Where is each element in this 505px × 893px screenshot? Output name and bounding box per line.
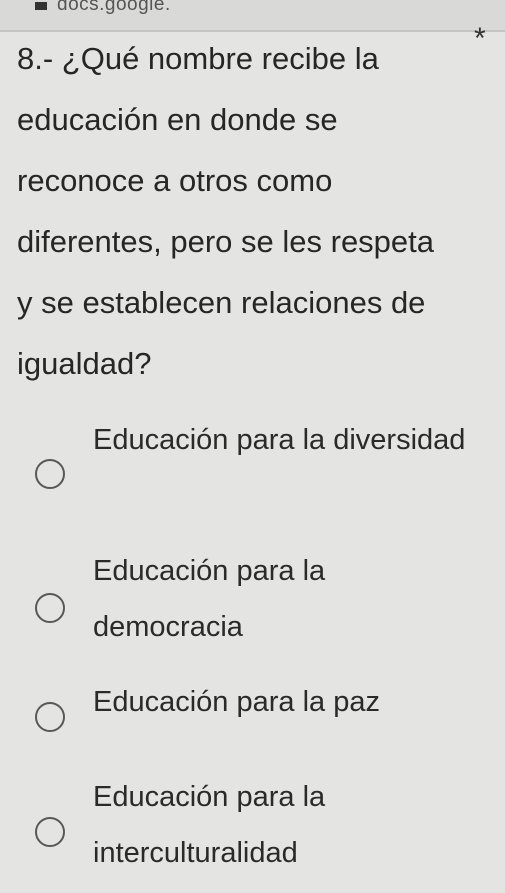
radio-button[interactable] [35, 459, 65, 489]
radio-button[interactable] [35, 593, 65, 623]
option-label[interactable]: Educación para la democracia [93, 543, 473, 655]
radio-button[interactable] [35, 817, 65, 847]
lock-icon [35, 2, 47, 10]
option-label[interactable]: Educación para la interculturalidad [93, 769, 473, 881]
url-text: docs.google. [57, 0, 171, 15]
option-label[interactable]: Educación para la diversidad [93, 412, 473, 468]
required-asterisk: * [474, 22, 486, 55]
option-label[interactable]: Educación para la paz [93, 674, 473, 730]
question-title: 8.- ¿Qué nombre recibe la educación en d… [17, 41, 435, 381]
radio-button[interactable] [35, 702, 65, 732]
